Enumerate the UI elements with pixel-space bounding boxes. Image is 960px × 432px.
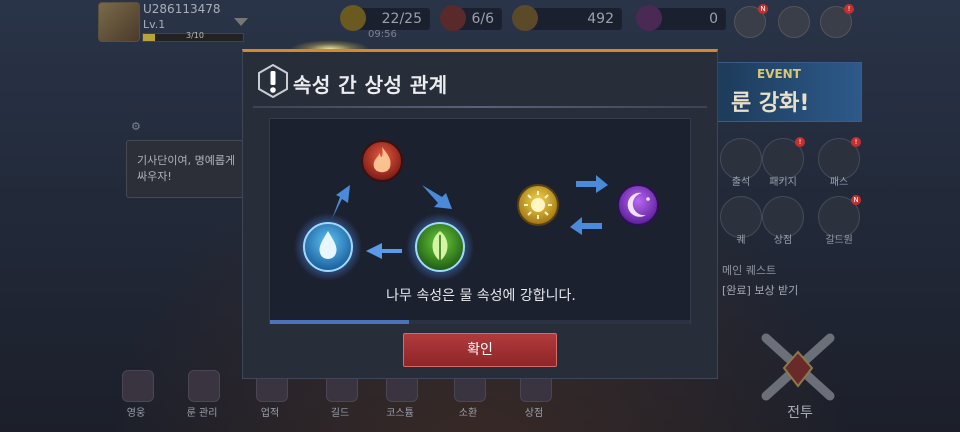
player-uid: U286113478	[143, 2, 221, 16]
gem-counter[interactable]: 0	[636, 5, 726, 31]
xp-text: 3/10	[186, 31, 204, 40]
event-label: EVENT	[757, 67, 801, 81]
dark-element-icon	[617, 184, 659, 226]
chat-icon[interactable]	[778, 6, 810, 38]
crossed-swords-icon	[761, 333, 835, 401]
light-element-icon	[517, 184, 559, 226]
ticket-counter[interactable]: 6/6	[440, 5, 502, 31]
tutorial-progress-bar	[270, 320, 690, 324]
guild-member-button[interactable]: N 길드원	[818, 195, 861, 246]
guild-notice: 기사단이여, 명예롭게 싸우자!	[126, 140, 244, 198]
player-avatar[interactable]	[98, 2, 140, 42]
arrow-fire-to-wood	[422, 185, 452, 209]
event-text: 룬 강화!	[731, 91, 810, 116]
arrow-light-to-dark	[576, 175, 608, 193]
nav-hero[interactable]: 영웅	[114, 370, 158, 419]
affinity-description: 나무 속성은 물 속성에 강합니다.	[386, 288, 576, 304]
top-hud: U286113478 Lv.1 3/10 22/25 09:56 6/6 492…	[0, 0, 960, 46]
stamina-timer: 09:56	[368, 29, 397, 40]
nav-rune[interactable]: 룬 관리	[180, 370, 224, 419]
stamina-counter[interactable]: 22/25	[340, 5, 430, 31]
main-quest[interactable]: 메인 퀘스트 [완료] 보상 받기	[722, 262, 842, 298]
lightning-icon	[340, 5, 366, 31]
fire-element-icon	[361, 140, 403, 182]
affinity-diagram-panel: 나무 속성은 물 속성에 강합니다.	[269, 118, 691, 324]
battle-label: 전투	[787, 405, 813, 421]
water-element-icon	[294, 213, 362, 281]
player-level: Lv.1	[143, 18, 166, 31]
quest-title: 메인 퀘스트	[722, 264, 777, 277]
crossed-swords-ticket-icon	[440, 5, 466, 31]
exclamation-hex-icon	[258, 64, 288, 98]
modal-title: 속성 간 상성 관계	[293, 73, 448, 97]
wood-element-icon	[406, 213, 474, 281]
package-button[interactable]: ! 패키지	[762, 137, 805, 188]
quest-status: [완료] 보상 받기	[722, 284, 799, 297]
element-affinity-modal: 속성 간 상성 관계 나무 속성은 물 속성에 강합니다. 확인	[242, 49, 718, 379]
arrow-dark-to-light	[570, 217, 602, 235]
mail-icon[interactable]: N	[734, 4, 768, 38]
chevron-down-icon[interactable]	[234, 18, 248, 26]
coin-icon	[512, 5, 538, 31]
gem-icon	[636, 5, 662, 31]
notice-gear-icon: ⚙	[131, 120, 141, 133]
shop-button[interactable]: 상점	[762, 196, 804, 246]
event-banner[interactable]: EVENT 룬 강화!	[716, 62, 862, 122]
battle-button[interactable]: 전투	[756, 330, 840, 421]
gold-counter[interactable]: 492	[512, 5, 622, 31]
arrow-wood-to-water	[366, 243, 402, 259]
menu-icon[interactable]: !	[820, 4, 854, 38]
confirm-button[interactable]: 확인	[403, 333, 557, 367]
title-divider	[253, 106, 707, 108]
pass-button[interactable]: ! 패스	[818, 137, 861, 188]
